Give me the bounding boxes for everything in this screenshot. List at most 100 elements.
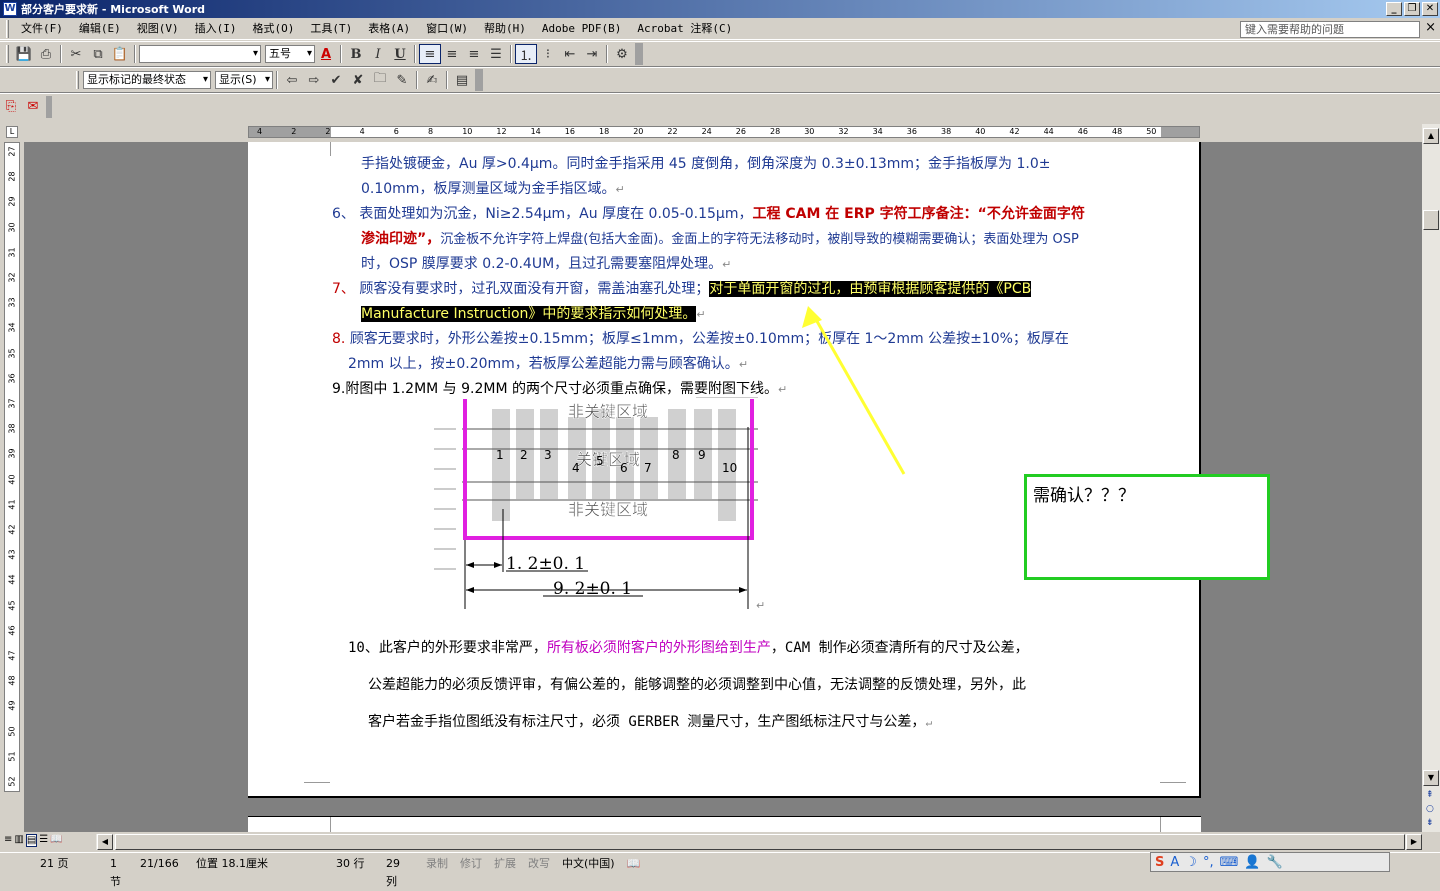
status-page[interactable]: 21 页 xyxy=(0,855,90,873)
toolbar-grip[interactable] xyxy=(6,45,9,63)
menu-table[interactable]: 表格(A) xyxy=(360,20,418,38)
menu-acrobat-comments[interactable]: Acrobat 注释(C) xyxy=(629,20,740,38)
options-icon[interactable]: ⚙ xyxy=(611,44,633,64)
horizontal-scrollbar[interactable]: ◀ ▶ xyxy=(96,834,1422,850)
increase-indent-icon[interactable]: ⇥ xyxy=(581,44,603,64)
spelling-status-icon[interactable]: 📖 xyxy=(621,855,647,873)
underline-button[interactable]: U xyxy=(389,44,411,64)
p7-selected-text[interactable]: Manufacture Instruction》中的要求指示如何处理。 xyxy=(361,306,697,322)
toolbar-overflow[interactable] xyxy=(475,69,483,91)
menu-edit[interactable]: 编辑(E) xyxy=(71,20,129,38)
accept-change-icon[interactable]: ✔ xyxy=(325,70,347,90)
ime-settings-icon[interactable]: 🔧 xyxy=(1267,855,1283,870)
minimize-button[interactable]: _ xyxy=(1386,2,1402,16)
cut-icon[interactable]: ✂ xyxy=(65,44,87,64)
scroll-up-button[interactable]: ▲ xyxy=(1423,128,1439,144)
reject-change-icon[interactable]: ✘ xyxy=(347,70,369,90)
font-color-button[interactable]: A xyxy=(315,44,337,64)
scroll-left-button[interactable]: ◀ xyxy=(97,834,113,850)
copy-icon[interactable]: ⧉ xyxy=(87,44,109,64)
vertical-scrollbar[interactable]: ▲ ▼ ⇞ ○ ⇟ xyxy=(1422,124,1440,832)
menu-file[interactable]: 文件(F) xyxy=(13,20,71,38)
convert-to-pdf-icon[interactable]: ⎘ xyxy=(0,97,22,117)
insert-comment-icon[interactable]: 🗀 xyxy=(369,70,391,90)
previous-change-icon[interactable]: ⇦ xyxy=(281,70,303,90)
menu-format[interactable]: 格式(O) xyxy=(245,20,303,38)
show-menu-button[interactable]: 显示(S) xyxy=(215,71,273,89)
word-icon[interactable]: W xyxy=(3,2,17,16)
menu-window[interactable]: 窗口(W) xyxy=(418,20,476,38)
bullet-list-icon[interactable]: ⁝ xyxy=(537,44,559,64)
paste-icon[interactable]: 📋 xyxy=(109,44,131,64)
ime-keyboard-icon[interactable]: ⌨ xyxy=(1220,855,1239,870)
p10-text: 客户若金手指位图纸没有标注尺寸，必须 GERBER 测量尺寸，生产图纸标注尺寸与… xyxy=(368,714,926,730)
status-extend[interactable]: 扩展 xyxy=(488,855,522,873)
toolbar-grip[interactable] xyxy=(76,71,79,89)
ime-punct-icon[interactable]: °, xyxy=(1203,855,1214,870)
document-page[interactable]: 手指处镀硬金，Au 厚>0.4μm。同时金手指采用 45 度倒角，倒角深度为 0… xyxy=(248,142,1270,798)
ime-moon-icon[interactable]: ☽ xyxy=(1185,855,1197,870)
status-language[interactable]: 中文(中国) xyxy=(556,855,621,873)
sogou-ime-icon[interactable]: S xyxy=(1155,855,1164,870)
bold-button[interactable]: B xyxy=(345,44,367,64)
print-icon[interactable]: ⎙ xyxy=(35,44,57,64)
font-name-select[interactable] xyxy=(139,45,261,63)
list-number: 7、 xyxy=(332,281,355,297)
markup-view-select[interactable]: 显示标记的最终状态 xyxy=(83,71,211,89)
menu-insert[interactable]: 插入(I) xyxy=(187,20,245,38)
italic-button[interactable]: I xyxy=(367,44,389,64)
help-search-input[interactable]: 键入需要帮助的问题 xyxy=(1240,21,1420,38)
horizontal-ruler[interactable]: 4 2 2 4 6 8 10 12 14 16 18 20 22 24 26 28 30 32 34 36 38 40 42… xyxy=(248,126,1200,138)
track-changes-icon[interactable]: ✍ xyxy=(421,70,443,90)
scroll-right-button[interactable]: ▶ xyxy=(1406,834,1422,850)
menu-grip[interactable] xyxy=(6,19,9,38)
doc-close-icon[interactable]: × xyxy=(1425,20,1436,35)
p7-selected-text[interactable]: 对于单面开窗的过孔，由预审根据顾客提供的《PCB xyxy=(709,281,1032,297)
align-center-icon[interactable]: ≡ xyxy=(441,44,463,64)
ruler-tick-label: 2 xyxy=(325,127,331,136)
next-page[interactable] xyxy=(248,816,1201,832)
status-track[interactable]: 修订 xyxy=(454,855,488,873)
reading-view-icon[interactable]: 📖 xyxy=(50,834,62,847)
close-button[interactable]: ✕ xyxy=(1422,2,1438,16)
menu-view[interactable]: 视图(V) xyxy=(129,20,187,38)
tab-stop-selector[interactable]: L xyxy=(6,126,18,138)
highlight-icon[interactable]: ✎ xyxy=(391,70,413,90)
ruler-tick-label: 28 xyxy=(770,127,781,136)
ruler-tick-label: 28 xyxy=(7,171,17,182)
restore-button[interactable]: ❐ xyxy=(1404,2,1420,16)
toolbar-overflow[interactable] xyxy=(46,95,52,118)
decrease-indent-icon[interactable]: ⇤ xyxy=(559,44,581,64)
scroll-thumb[interactable] xyxy=(115,834,1405,850)
scroll-down-button[interactable]: ▼ xyxy=(1423,770,1439,786)
font-size-select[interactable]: 五号 xyxy=(265,45,315,63)
menu-help[interactable]: 帮助(H) xyxy=(476,20,534,38)
reviewing-pane-icon[interactable]: ▤ xyxy=(451,70,473,90)
save-icon[interactable]: 💾 xyxy=(13,44,35,64)
status-overtype[interactable]: 改写 xyxy=(522,855,556,873)
document-area[interactable]: 手指处镀硬金，Au 厚>0.4μm。同时金手指采用 45 度倒角，倒角深度为 0… xyxy=(24,142,1422,832)
p7-text: 顾客没有要求时，过孔双面没有开窗，需盖油塞孔处理； xyxy=(359,281,710,297)
toolbar-overflow[interactable] xyxy=(635,43,643,65)
pdf-email-icon[interactable]: ✉ xyxy=(22,97,44,117)
scroll-thumb[interactable] xyxy=(1423,210,1439,230)
p5-line: 0.10mm，板厚测量区域为金手指区域。 xyxy=(361,181,616,197)
confirm-callout[interactable]: 需确认？？？ xyxy=(1024,474,1270,580)
ime-user-icon[interactable]: 👤 xyxy=(1244,855,1260,870)
justify-icon[interactable]: ☰ xyxy=(485,44,507,64)
gold-finger-diagram[interactable]: 非关键区域 关键区域 非关键区域 1 2 3 4 5 6 7 8 9 10 1. 2±0. 1 9… xyxy=(428,396,778,617)
align-right-icon[interactable]: ≡ xyxy=(463,44,485,64)
next-change-icon[interactable]: ⇨ xyxy=(303,70,325,90)
status-record[interactable]: 录制 xyxy=(420,855,454,873)
browse-object-icon[interactable]: ⇞ ○ ⇟ xyxy=(1426,788,1434,830)
numbered-list-icon[interactable]: ⒈ xyxy=(515,44,537,64)
menu-tools[interactable]: 工具(T) xyxy=(302,20,360,38)
print-view-icon[interactable]: ▤ xyxy=(25,834,38,847)
normal-view-icon[interactable]: ≡ xyxy=(4,834,12,847)
menu-adobe-pdf[interactable]: Adobe PDF(B) xyxy=(534,20,629,38)
ime-mode-icon[interactable]: A xyxy=(1170,855,1179,870)
vertical-ruler[interactable]: 27 28 29 30 31 32 33 34 35 36 37 38 39 40 41 42 43 44 45 46… xyxy=(4,142,20,792)
web-view-icon[interactable]: ▥ xyxy=(14,834,23,847)
outline-view-icon[interactable]: ☰ xyxy=(39,834,48,847)
align-left-icon[interactable]: ≡ xyxy=(419,44,441,64)
